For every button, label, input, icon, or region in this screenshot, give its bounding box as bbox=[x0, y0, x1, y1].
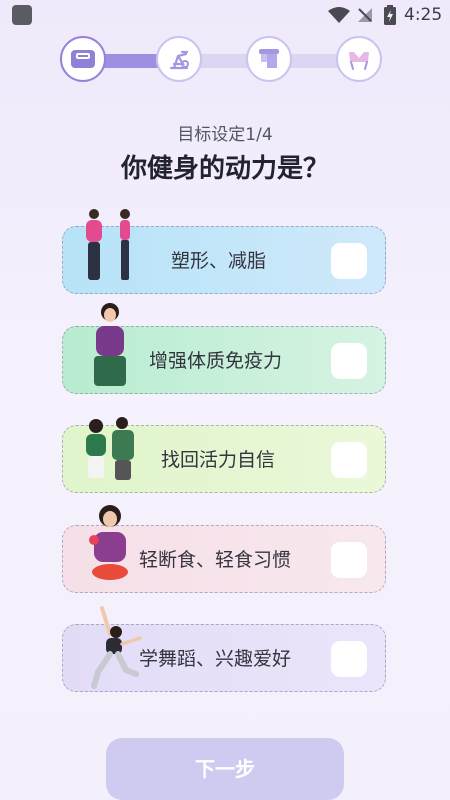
no-signal-icon bbox=[358, 8, 372, 22]
option-label: 塑形、减脂 bbox=[171, 250, 267, 272]
option-intermittent-fasting[interactable]: 轻断食、轻食习惯 bbox=[62, 525, 386, 593]
next-button[interactable]: 下一步 bbox=[106, 738, 344, 800]
battery-charging-icon bbox=[384, 5, 396, 25]
option-immunity[interactable]: 增强体质免疫力 bbox=[62, 326, 386, 394]
option-checkbox[interactable] bbox=[331, 542, 367, 578]
option-label: 增强体质免疫力 bbox=[149, 350, 283, 372]
option-checkbox[interactable] bbox=[331, 442, 367, 478]
option-shape-fat-loss[interactable]: 塑形、减脂 bbox=[62, 226, 386, 294]
option-label: 学舞蹈、兴趣爱好 bbox=[139, 648, 292, 670]
step-subtitle: 目标设定1/4 bbox=[177, 125, 273, 145]
wifi-icon bbox=[328, 7, 350, 23]
goal-stepper bbox=[60, 34, 394, 88]
option-dance-hobby[interactable]: 学舞蹈、兴趣爱好 bbox=[62, 624, 386, 692]
status-bar: 4:25 bbox=[0, 0, 450, 30]
option-checkbox[interactable] bbox=[331, 243, 367, 279]
status-time: 4:25 bbox=[404, 5, 443, 25]
exercise-bike-icon bbox=[169, 50, 189, 70]
app-notification-icon bbox=[12, 5, 32, 25]
option-checkbox[interactable] bbox=[331, 343, 367, 379]
scale-icon bbox=[71, 50, 95, 68]
option-label: 轻断食、轻食习惯 bbox=[139, 549, 292, 571]
step-1 bbox=[60, 36, 106, 82]
step-4 bbox=[336, 36, 382, 82]
option-label: 找回活力自信 bbox=[161, 449, 276, 471]
option-checkbox[interactable] bbox=[331, 641, 367, 677]
option-vitality-confidence[interactable]: 找回活力自信 bbox=[62, 425, 386, 493]
sports-bra-icon bbox=[349, 52, 369, 70]
towel-icon bbox=[259, 49, 279, 68]
page-title: 你健身的动力是？ bbox=[120, 154, 329, 184]
step-3 bbox=[246, 36, 292, 82]
step-2 bbox=[156, 36, 202, 82]
